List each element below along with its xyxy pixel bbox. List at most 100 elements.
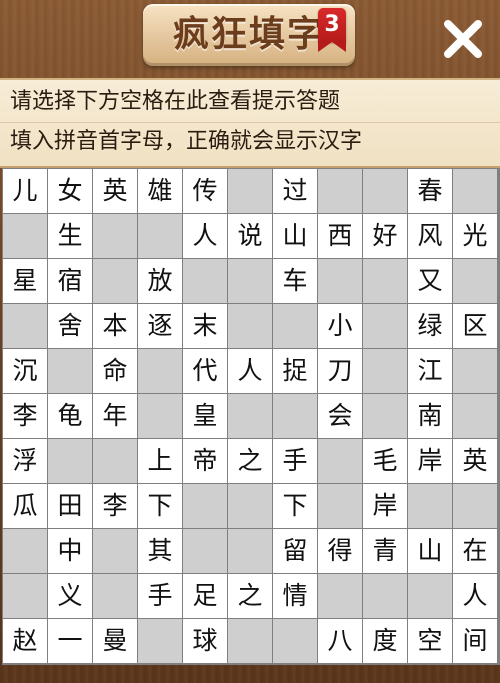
grid-cell[interactable]: 得 (318, 529, 362, 573)
grid-cell[interactable]: 一 (48, 619, 92, 663)
grid-block (273, 304, 317, 348)
grid-cell[interactable]: 本 (93, 304, 137, 348)
grid-cell[interactable]: 岸 (408, 439, 452, 483)
hint-panel: 请选择下方空格在此查看提示答题 填入拼音首字母，正确就会显示汉字 (0, 78, 500, 168)
grid-block (228, 304, 272, 348)
grid-cell[interactable]: 足 (183, 574, 227, 618)
grid-cell[interactable]: 留 (273, 529, 317, 573)
grid-block (183, 484, 227, 528)
grid-cell[interactable]: 间 (453, 619, 497, 663)
grid-cell[interactable]: 舍 (48, 304, 92, 348)
grid-cell[interactable]: 人 (453, 574, 497, 618)
grid-block (363, 259, 407, 303)
grid-block (228, 619, 272, 663)
hint-line-2: 填入拼音首字母，正确就会显示汉字 (10, 129, 363, 154)
grid-cell[interactable]: 英 (453, 439, 497, 483)
grid-cell[interactable]: 球 (183, 619, 227, 663)
grid-cell[interactable]: 山 (273, 214, 317, 258)
grid-cell[interactable]: 传 (183, 169, 227, 213)
grid-cell[interactable]: 区 (453, 304, 497, 348)
grid-cell[interactable]: 人 (228, 349, 272, 393)
grid-cell[interactable]: 情 (273, 574, 317, 618)
grid-cell[interactable]: 又 (408, 259, 452, 303)
grid-cell[interactable]: 南 (408, 394, 452, 438)
grid-cell[interactable]: 宿 (48, 259, 92, 303)
grid-cell[interactable]: 末 (183, 304, 227, 348)
grid-block (138, 619, 182, 663)
grid-cell[interactable]: 度 (363, 619, 407, 663)
grid-cell[interactable]: 会 (318, 394, 362, 438)
grid-cell[interactable]: 下 (138, 484, 182, 528)
grid-cell[interactable]: 风 (408, 214, 452, 258)
grid-cell[interactable]: 曼 (93, 619, 137, 663)
grid-cell[interactable]: 皇 (183, 394, 227, 438)
grid-block (363, 574, 407, 618)
grid-cell[interactable]: 放 (138, 259, 182, 303)
grid-cell[interactable]: 赵 (3, 619, 47, 663)
grid-cell[interactable]: 女 (48, 169, 92, 213)
grid-cell[interactable]: 西 (318, 214, 362, 258)
grid-cell[interactable]: 春 (408, 169, 452, 213)
grid-cell[interactable]: 命 (93, 349, 137, 393)
level-badge: 3 (318, 8, 346, 52)
grid-cell[interactable]: 过 (273, 169, 317, 213)
grid-cell[interactable]: 生 (48, 214, 92, 258)
grid-cell[interactable]: 上 (138, 439, 182, 483)
grid-cell[interactable]: 英 (93, 169, 137, 213)
grid-cell[interactable]: 浮 (3, 439, 47, 483)
grid-cell[interactable]: 手 (138, 574, 182, 618)
grid-block (3, 529, 47, 573)
grid-cell[interactable]: 之 (228, 574, 272, 618)
grid-block (138, 349, 182, 393)
grid-cell[interactable]: 儿 (3, 169, 47, 213)
close-button[interactable] (438, 14, 488, 64)
grid-block (138, 394, 182, 438)
grid-cell[interactable]: 沉 (3, 349, 47, 393)
grid-cell[interactable]: 毛 (363, 439, 407, 483)
grid-cell[interactable]: 在 (453, 529, 497, 573)
grid-cell[interactable]: 捉 (273, 349, 317, 393)
grid-block (228, 169, 272, 213)
grid-cell[interactable]: 李 (3, 394, 47, 438)
grid-block (318, 259, 362, 303)
grid-cell[interactable]: 逐 (138, 304, 182, 348)
grid-cell[interactable]: 李 (93, 484, 137, 528)
grid-cell[interactable]: 年 (93, 394, 137, 438)
grid-block (408, 484, 452, 528)
grid-block (228, 394, 272, 438)
grid-cell[interactable]: 说 (228, 214, 272, 258)
grid-cell[interactable]: 龟 (48, 394, 92, 438)
grid-cell[interactable]: 义 (48, 574, 92, 618)
grid-cell[interactable]: 小 (318, 304, 362, 348)
grid-cell[interactable]: 瓜 (3, 484, 47, 528)
grid-block (93, 259, 137, 303)
grid-cell[interactable]: 八 (318, 619, 362, 663)
grid-block (363, 169, 407, 213)
grid-cell[interactable]: 其 (138, 529, 182, 573)
grid-cell[interactable]: 之 (228, 439, 272, 483)
top-bar: 疯狂填字 3 (0, 0, 500, 80)
grid-cell[interactable]: 光 (453, 214, 497, 258)
grid-cell[interactable]: 星 (3, 259, 47, 303)
grid-cell[interactable]: 好 (363, 214, 407, 258)
grid-cell[interactable]: 江 (408, 349, 452, 393)
grid-cell[interactable]: 田 (48, 484, 92, 528)
grid-cell[interactable]: 刀 (318, 349, 362, 393)
grid-cell[interactable]: 山 (408, 529, 452, 573)
grid-cell[interactable]: 帝 (183, 439, 227, 483)
grid-cell[interactable]: 空 (408, 619, 452, 663)
grid-cell[interactable]: 车 (273, 259, 317, 303)
grid-cell[interactable]: 代 (183, 349, 227, 393)
grid-block (318, 574, 362, 618)
grid-block (93, 529, 137, 573)
grid-cell[interactable]: 下 (273, 484, 317, 528)
grid-cell[interactable]: 雄 (138, 169, 182, 213)
grid-cell[interactable]: 岸 (363, 484, 407, 528)
grid-cell[interactable]: 手 (273, 439, 317, 483)
grid-cell[interactable]: 中 (48, 529, 92, 573)
grid-cell[interactable]: 青 (363, 529, 407, 573)
grid-cell[interactable]: 绿 (408, 304, 452, 348)
grid-block (183, 259, 227, 303)
grid-cell[interactable]: 人 (183, 214, 227, 258)
crossword-grid: 儿女英雄传过春生人说山西好风光星宿放车又舍本逐末小绿区沉命代人捉刀江李龟年皇会南… (2, 168, 500, 665)
